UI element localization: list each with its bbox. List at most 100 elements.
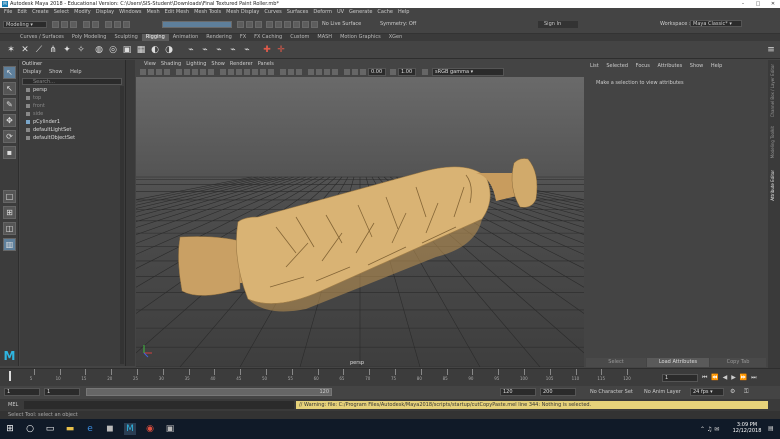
menu-modify[interactable]: Modify xyxy=(74,8,91,16)
menu-curves[interactable]: Curves xyxy=(264,8,281,16)
workspace-dropdown[interactable]: Maya Classic* ▾ xyxy=(690,20,742,27)
search-icon[interactable]: ○ xyxy=(24,423,36,435)
outliner-item[interactable]: defaultLightSet xyxy=(26,127,71,134)
shelf-tab-motion-graphics[interactable]: Motion Graphics xyxy=(336,34,385,41)
viewport-menu-shading[interactable]: Shading xyxy=(161,60,181,68)
windows-start-icon[interactable]: ⊞ xyxy=(4,423,16,435)
locator-icon[interactable]: ✚ xyxy=(262,45,272,55)
select-object-icon[interactable] xyxy=(114,21,121,28)
lasso-tool-icon[interactable]: ↖ xyxy=(3,82,16,95)
image-plane-icon[interactable] xyxy=(164,69,170,75)
outliner-item[interactable]: front xyxy=(26,103,45,110)
lattice-icon[interactable]: ▦ xyxy=(136,45,146,55)
lights-icon[interactable] xyxy=(260,69,266,75)
ipr-render-icon[interactable] xyxy=(293,21,300,28)
maximize-button[interactable]: □ xyxy=(751,0,765,8)
outliner-scrollbar[interactable] xyxy=(120,86,124,364)
gamma-icon[interactable] xyxy=(390,69,396,75)
outliner-search-input[interactable]: Search... xyxy=(22,78,122,85)
shelf-tab-fx[interactable]: FX xyxy=(236,34,250,41)
outliner-item[interactable]: persp xyxy=(26,87,47,94)
multisample-icon[interactable] xyxy=(324,69,330,75)
depth-of-field-icon[interactable] xyxy=(332,69,338,75)
menu-mesh-tools[interactable]: Mesh Tools xyxy=(194,8,221,16)
resolution-gate-icon[interactable] xyxy=(192,69,198,75)
select-camera-icon[interactable] xyxy=(140,69,146,75)
menu-surfaces[interactable]: Surfaces xyxy=(287,8,309,16)
outliner-item[interactable]: defaultObjectSet xyxy=(26,135,75,142)
outliner-item[interactable]: side xyxy=(26,111,43,118)
attr-menu-help[interactable]: Help xyxy=(711,63,722,69)
layout-single-icon[interactable]: □ xyxy=(3,190,16,203)
minimize-button[interactable]: – xyxy=(736,0,750,8)
snap-point-icon[interactable] xyxy=(255,21,262,28)
viewport-menu-lighting[interactable]: Lighting xyxy=(186,60,206,68)
symmetry-label[interactable]: Symmetry: Off xyxy=(380,21,416,28)
wireframe-icon[interactable] xyxy=(220,69,226,75)
anim-layer-dropdown[interactable]: No Anim Layer xyxy=(644,388,681,396)
layout-two-icon[interactable]: ◫ xyxy=(3,222,16,235)
anim-end-field[interactable]: 200 xyxy=(540,388,576,396)
auto-key-icon[interactable]: ⚿ xyxy=(744,388,749,396)
notifications-icon[interactable]: ▤ xyxy=(768,425,774,432)
task-view-icon[interactable]: ▭ xyxy=(44,423,56,435)
shelf-tab-animation[interactable]: Animation xyxy=(169,34,203,41)
select-tool-icon[interactable]: ↖ xyxy=(3,66,16,79)
outliner-menu-show[interactable]: Show xyxy=(49,69,63,75)
ik-handle-icon[interactable]: ✕ xyxy=(20,45,30,55)
character-set-dropdown[interactable]: No Character Set xyxy=(590,388,633,396)
menu-edit[interactable]: Edit xyxy=(17,8,27,16)
orient-joint-icon[interactable]: ✦ xyxy=(62,45,72,55)
outliner-menu-display[interactable]: Display xyxy=(23,69,41,75)
grid-toggle-icon[interactable] xyxy=(176,69,182,75)
tab-attribute-editor[interactable]: Attribute Editor xyxy=(770,170,775,201)
menu-cache[interactable]: Cache xyxy=(377,8,393,16)
menu-create[interactable]: Create xyxy=(32,8,49,16)
orient-constraint-icon[interactable]: ⌁ xyxy=(214,45,224,55)
outliner-item[interactable]: pCylinder1 xyxy=(26,119,60,126)
file-explorer-icon[interactable]: ▬ xyxy=(64,423,76,435)
paint-roller-model[interactable] xyxy=(178,158,538,312)
anim-prefs-icon[interactable]: ⚙ xyxy=(730,388,735,395)
shadows-icon[interactable] xyxy=(268,69,274,75)
shelf-tab-mash[interactable]: MASH xyxy=(313,34,336,41)
snap-surface-icon[interactable] xyxy=(275,21,282,28)
blend-shape-icon[interactable]: ◑ xyxy=(164,45,174,55)
current-frame-field[interactable]: 1 xyxy=(662,374,698,382)
menu-help[interactable]: Help xyxy=(398,8,409,16)
xray-icon[interactable] xyxy=(280,69,286,75)
shelf-menu-icon[interactable]: ≡ xyxy=(766,45,776,55)
menu-display[interactable]: Display xyxy=(96,8,114,16)
menu-windows[interactable]: Windows xyxy=(119,8,141,16)
smooth-shade-icon[interactable] xyxy=(228,69,234,75)
bookmark-icon[interactable] xyxy=(156,69,162,75)
viewport-menu-renderer[interactable]: Renderer xyxy=(230,60,253,68)
menu-edit-mesh[interactable]: Edit Mesh xyxy=(165,8,189,16)
playback-controls[interactable]: ⏮ ⏪ ◀ ▶ ⏩ ⏭ xyxy=(702,374,758,382)
shelf-tab-rendering[interactable]: Rendering xyxy=(202,34,236,41)
range-end-field[interactable]: 120 xyxy=(500,388,536,396)
perspective-viewport[interactable]: persp xyxy=(0,77,780,368)
shade-wire-icon[interactable] xyxy=(236,69,242,75)
new-scene-icon[interactable] xyxy=(52,21,59,28)
command-input[interactable] xyxy=(24,401,294,409)
range-start-field[interactable]: 1 xyxy=(44,388,80,396)
time-slider[interactable]: 5 10 15 20 25 30 35 40 45 50 55 60 65 70 75 80 85 90 95 100… xyxy=(0,368,780,386)
menu-mesh-display[interactable]: Mesh Display xyxy=(226,8,259,16)
mode-dropdown[interactable]: Modeling ▾ xyxy=(3,21,47,28)
copy-tab-button[interactable]: Copy Tab xyxy=(710,358,766,367)
tab-modeling-toolkit[interactable]: Modeling Toolkit xyxy=(770,126,775,158)
color-management-icon[interactable] xyxy=(422,69,428,75)
menu-deform[interactable]: Deform xyxy=(313,8,332,16)
viewport-menu-view[interactable]: View xyxy=(144,60,156,68)
store-icon[interactable]: ◼ xyxy=(104,423,116,435)
shelf-tab-custom[interactable]: Custom xyxy=(286,34,313,41)
mel-label[interactable]: MEL xyxy=(8,402,18,408)
ambient-occlusion-icon[interactable] xyxy=(308,69,314,75)
gate-mask-icon[interactable] xyxy=(200,69,206,75)
attr-menu-show[interactable]: Show xyxy=(690,63,704,69)
aim-constraint-icon[interactable]: ⌁ xyxy=(200,45,210,55)
outliner-item[interactable]: top xyxy=(26,95,41,102)
open-scene-icon[interactable] xyxy=(61,21,68,28)
range-slider[interactable]: 120 xyxy=(86,388,332,396)
